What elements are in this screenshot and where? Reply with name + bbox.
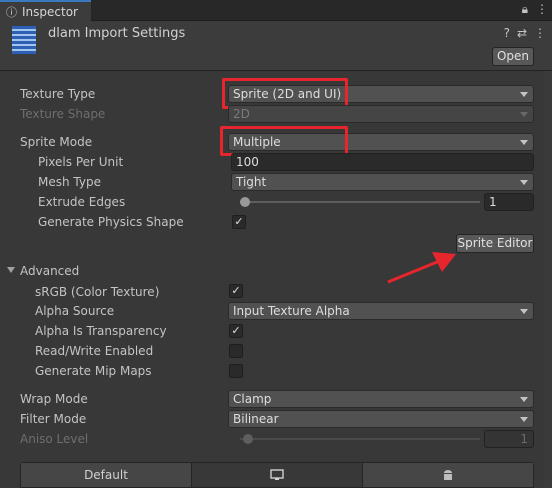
foldout-arrow-icon[interactable]: [7, 267, 15, 273]
mesh-type-value: Tight: [236, 175, 267, 189]
scrollbar[interactable]: [544, 71, 552, 488]
chevron-down-icon: [520, 397, 528, 402]
header-icons: ? ⇄ ⋮: [504, 26, 546, 40]
slider-knob: [243, 434, 253, 444]
tab-bar: ⓘ Inspector 🔒︎ ⋮: [0, 0, 552, 21]
texture-asset-icon: [12, 26, 36, 54]
help-icon[interactable]: ?: [504, 26, 510, 40]
mesh-type-label: Mesh Type: [38, 175, 101, 189]
slider-knob[interactable]: [240, 197, 250, 207]
texture-shape-value: 2D: [233, 107, 250, 121]
aniso-level-label: Aniso Level: [20, 432, 89, 446]
annotation-arrow: [387, 252, 456, 284]
extrude-edges-label: Extrude Edges: [38, 195, 126, 209]
texture-type-label: Texture Type: [20, 87, 96, 101]
open-button[interactable]: Open: [492, 47, 534, 66]
highlight-box: [220, 126, 348, 156]
info-icon: ⓘ: [6, 5, 17, 19]
extrude-edges-field[interactable]: 1: [484, 193, 534, 211]
pixels-per-unit-label: Pixels Per Unit: [38, 155, 124, 169]
tab-android[interactable]: [363, 463, 533, 487]
mipmaps-label: Generate Mip Maps: [35, 364, 152, 378]
alpha-is-transparency-checkbox[interactable]: ✓: [229, 324, 243, 338]
lock-icon[interactable]: 🔒︎: [522, 2, 528, 17]
mipmaps-checkbox[interactable]: [229, 364, 243, 378]
wrap-mode-label: Wrap Mode: [20, 392, 88, 406]
texture-shape-dropdown: 2D: [228, 105, 534, 123]
chevron-down-icon: [520, 140, 528, 145]
android-icon: [444, 469, 452, 480]
chevron-down-icon: [520, 180, 528, 185]
tab-label: Inspector: [22, 4, 78, 19]
tab-default-label: Default: [84, 468, 128, 482]
texture-shape-label: Texture Shape: [20, 107, 106, 121]
wrap-mode-dropdown[interactable]: Clamp: [228, 390, 534, 408]
read-write-checkbox[interactable]: [229, 344, 243, 358]
generate-physics-shape-checkbox[interactable]: ✓: [232, 215, 246, 229]
context-menu-icon[interactable]: ⋮: [534, 26, 546, 40]
chevron-down-icon: [520, 417, 528, 422]
read-write-label: Read/Write Enabled: [35, 344, 154, 358]
tabbar-controls: 🔒︎ ⋮: [522, 2, 548, 17]
chevron-down-icon: [520, 112, 528, 117]
filter-mode-value: Bilinear: [233, 412, 279, 426]
asset-title: dlam Import Settings: [48, 26, 186, 41]
filter-mode-label: Filter Mode: [20, 412, 87, 426]
platform-tabs: Default: [20, 462, 534, 488]
chevron-down-icon: [520, 92, 528, 97]
filter-mode-dropdown[interactable]: Bilinear: [228, 410, 534, 428]
alpha-is-transparency-label: Alpha Is Transparency: [35, 324, 167, 338]
generate-physics-shape-label: Generate Physics Shape: [38, 215, 184, 229]
sprite-mode-label: Sprite Mode: [20, 135, 93, 149]
monitor-icon: [270, 469, 284, 480]
inspector-header: dlam Import Settings ? ⇄ ⋮ Open: [0, 21, 552, 71]
alpha-source-label: Alpha Source: [35, 304, 115, 318]
extrude-edges-slider[interactable]: [240, 201, 480, 203]
alpha-source-value: Input Texture Alpha: [233, 304, 350, 318]
tab-default[interactable]: Default: [21, 463, 192, 487]
wrap-mode-value: Clamp: [233, 392, 272, 406]
srgb-label: sRGB (Color Texture): [35, 285, 160, 299]
preset-icon[interactable]: ⇄: [517, 26, 527, 40]
srgb-checkbox[interactable]: ✓: [229, 284, 243, 298]
tab-standalone[interactable]: [192, 463, 363, 487]
tab-inspector[interactable]: ⓘ Inspector: [0, 0, 91, 21]
more-menu-icon[interactable]: ⋮: [536, 2, 548, 17]
chevron-down-icon: [520, 309, 528, 314]
alpha-source-dropdown[interactable]: Input Texture Alpha: [228, 302, 534, 320]
mesh-type-dropdown[interactable]: Tight: [231, 173, 534, 191]
pixels-per-unit-field[interactable]: 100: [231, 153, 534, 171]
advanced-foldout[interactable]: Advanced: [20, 264, 79, 278]
aniso-level-slider: [240, 438, 480, 440]
aniso-level-field: 1: [484, 430, 534, 448]
